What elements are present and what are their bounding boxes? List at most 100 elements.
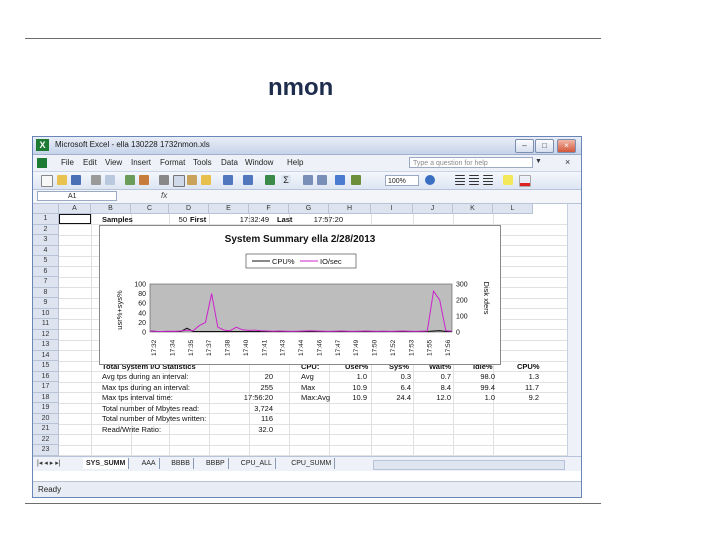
horizontal-scrollbar[interactable] <box>373 460 565 470</box>
first-label[interactable]: First <box>190 214 206 225</box>
research-icon[interactable] <box>139 175 149 185</box>
font-color-icon[interactable] <box>519 175 531 187</box>
column-header[interactable]: D <box>169 204 209 214</box>
sheet-tab[interactable]: BBBB <box>168 458 194 469</box>
cpu-stat-value[interactable]: 1.3 <box>503 371 539 382</box>
cut-icon[interactable] <box>159 175 169 185</box>
menu-edit[interactable]: Edit <box>83 158 97 167</box>
row-header[interactable]: 8 <box>33 287 59 298</box>
io-stat-value[interactable]: 17:56:20 <box>233 392 273 403</box>
column-header[interactable]: J <box>413 204 453 214</box>
select-all-corner[interactable] <box>33 204 59 214</box>
row-header[interactable]: 9 <box>33 298 59 309</box>
help-icon[interactable] <box>425 175 435 185</box>
cpu-stat-value[interactable]: 6.4 <box>375 382 411 393</box>
cpu-stat-value[interactable]: 10.9 <box>331 382 367 393</box>
workbook-icon[interactable] <box>37 158 47 168</box>
samples-value[interactable]: 50 <box>151 214 187 225</box>
cpu-stat-label[interactable]: Max <box>301 382 315 393</box>
last-label[interactable]: Last <box>277 214 292 225</box>
row-header[interactable]: 17 <box>33 382 59 393</box>
name-box[interactable]: A1 <box>37 191 117 201</box>
cpu-stat-value[interactable]: 24.4 <box>375 392 411 403</box>
samples-label[interactable]: Samples <box>102 214 133 225</box>
row-header[interactable]: 20 <box>33 413 59 424</box>
first-time[interactable]: 17:32:49 <box>229 214 269 225</box>
format-painter-icon[interactable] <box>201 175 211 185</box>
undo-icon[interactable] <box>223 175 233 185</box>
row-header[interactable]: 4 <box>33 245 59 256</box>
print-preview-icon[interactable] <box>105 175 115 185</box>
cpu-stat-value[interactable]: 8.4 <box>415 382 451 393</box>
sheet-tab[interactable]: SYS_SUMM <box>83 458 130 469</box>
row-header[interactable]: 14 <box>33 350 59 361</box>
chart-wizard-icon[interactable] <box>335 175 345 185</box>
align-center-icon[interactable] <box>469 175 479 185</box>
help-search-input[interactable]: Type a question for help <box>409 157 533 168</box>
system-summary-chart[interactable]: System Summary ella 2/28/2013 CPU% IO/se… <box>99 225 501 365</box>
cpu-stat-value[interactable]: 0.7 <box>415 371 451 382</box>
io-stat-label[interactable]: Total number of Mbytes read: <box>102 403 199 414</box>
zoom-select[interactable]: 100% <box>385 175 419 186</box>
copy-icon[interactable] <box>173 175 185 187</box>
cpu-stat-value[interactable]: 9.2 <box>503 392 539 403</box>
sheet-tab[interactable]: BBBP <box>203 458 229 469</box>
row-header[interactable]: 3 <box>33 235 59 246</box>
row-header[interactable]: 22 <box>33 434 59 445</box>
chevron-down-icon[interactable]: ▼ <box>535 158 542 165</box>
row-header[interactable]: 2 <box>33 224 59 235</box>
fill-color-icon[interactable] <box>503 175 513 185</box>
close-workbook-icon[interactable]: × <box>565 157 570 167</box>
row-header[interactable]: 7 <box>33 277 59 288</box>
paste-icon[interactable] <box>187 175 197 185</box>
cpu-stat-label[interactable]: Avg <box>301 371 314 382</box>
io-stat-value[interactable]: 32.0 <box>233 424 273 435</box>
minimize-button[interactable]: – <box>515 139 534 153</box>
maximize-button[interactable]: □ <box>535 139 554 153</box>
close-button[interactable]: × <box>557 139 576 153</box>
column-header[interactable]: G <box>289 204 329 214</box>
io-stat-label[interactable]: Max tps during an interval: <box>102 382 190 393</box>
column-header[interactable]: E <box>209 204 249 214</box>
last-time[interactable]: 17:57:20 <box>307 214 343 225</box>
io-stat-value[interactable]: 116 <box>233 413 273 424</box>
row-header[interactable]: 15 <box>33 361 59 372</box>
cpu-stat-value[interactable]: 11.7 <box>503 382 539 393</box>
io-stat-label[interactable]: Max tps interval time: <box>102 392 173 403</box>
column-header[interactable]: I <box>371 204 413 214</box>
column-header[interactable]: K <box>453 204 493 214</box>
redo-icon[interactable] <box>243 175 253 185</box>
row-header[interactable]: 13 <box>33 340 59 351</box>
open-icon[interactable] <box>57 175 67 185</box>
function-icon[interactable]: fx <box>161 191 167 200</box>
cpu-stat-value[interactable]: 99.4 <box>459 382 495 393</box>
row-header[interactable]: 16 <box>33 371 59 382</box>
cpu-stat-value[interactable]: 12.0 <box>415 392 451 403</box>
sheet-tab[interactable]: CPU_SUMM <box>288 458 336 469</box>
menu-insert[interactable]: Insert <box>131 158 151 167</box>
column-header[interactable]: B <box>91 204 131 214</box>
spelling-icon[interactable] <box>125 175 135 185</box>
print-icon[interactable] <box>91 175 101 185</box>
io-stat-value[interactable]: 3,724 <box>233 403 273 414</box>
menu-tools[interactable]: Tools <box>193 158 212 167</box>
cpu-stat-header[interactable]: CPU% <box>517 361 540 372</box>
row-header[interactable]: 19 <box>33 403 59 414</box>
row-header[interactable]: 23 <box>33 445 59 456</box>
save-icon[interactable] <box>71 175 81 185</box>
row-header[interactable]: 18 <box>33 392 59 403</box>
menu-format[interactable]: Format <box>160 158 185 167</box>
row-header[interactable]: 6 <box>33 266 59 277</box>
new-icon[interactable] <box>41 175 53 187</box>
row-header[interactable]: 5 <box>33 256 59 267</box>
hyperlink-icon[interactable] <box>265 175 275 185</box>
drawing-icon[interactable] <box>351 175 361 185</box>
sort-descending-icon[interactable] <box>317 175 327 185</box>
sheet-tab[interactable]: CPU_ALL <box>238 458 276 469</box>
column-header[interactable]: L <box>493 204 533 214</box>
menu-data[interactable]: Data <box>221 158 238 167</box>
menu-view[interactable]: View <box>105 158 122 167</box>
sort-ascending-icon[interactable] <box>303 175 313 185</box>
cpu-stat-value[interactable]: 10.9 <box>331 392 367 403</box>
tab-scroll-buttons[interactable]: |◂ ◂ ▸ ▸| <box>37 459 61 467</box>
